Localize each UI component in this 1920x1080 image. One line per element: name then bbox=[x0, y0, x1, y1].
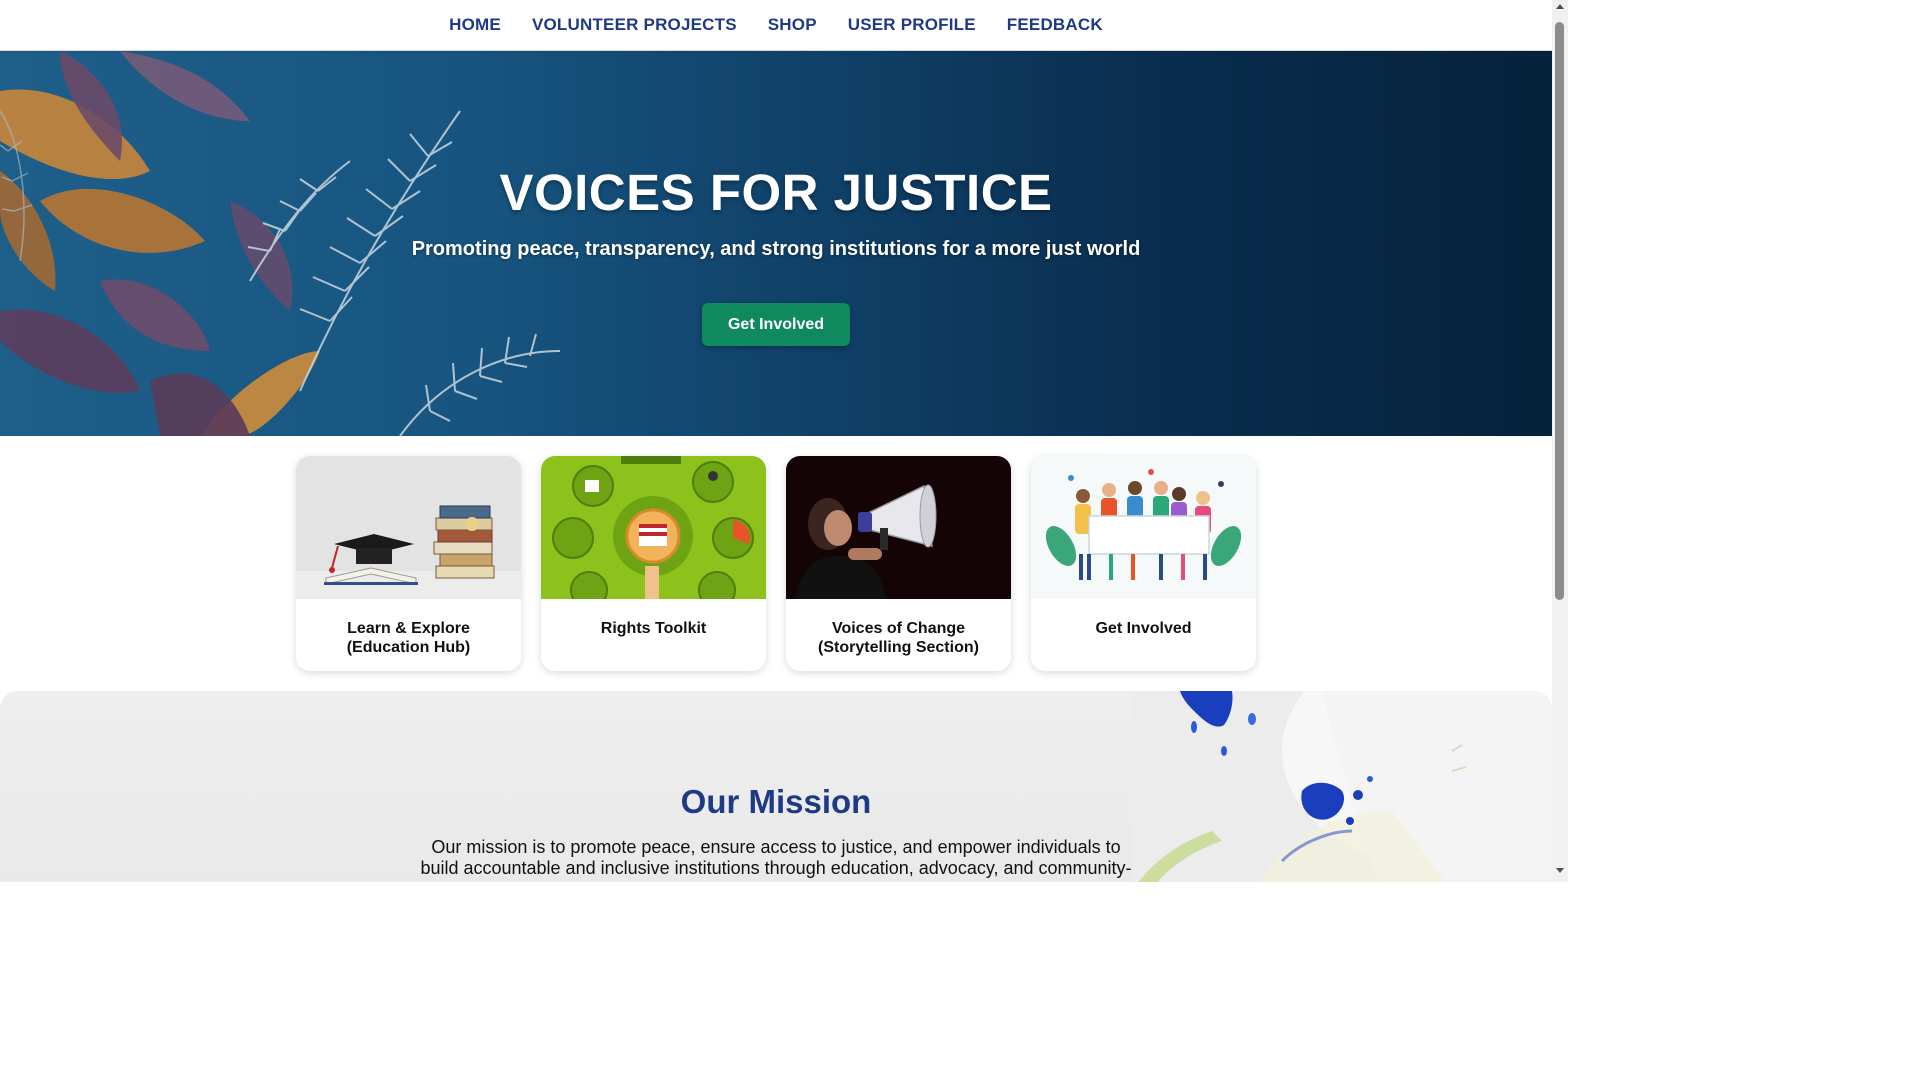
get-involved-button[interactable]: Get Involved bbox=[702, 303, 850, 346]
scroll-up-arrow-icon[interactable] bbox=[1556, 4, 1564, 9]
rights-infographic-image bbox=[541, 456, 766, 599]
scrollbar-thumb[interactable] bbox=[1555, 22, 1564, 600]
card-title: Voices of Change (Storytelling Section) bbox=[818, 620, 979, 656]
nav-volunteer-projects[interactable]: VOLUNTEER PROJECTS bbox=[532, 15, 737, 35]
nav-user-profile[interactable]: USER PROFILE bbox=[848, 15, 976, 35]
card-rights-toolkit[interactable]: Rights Toolkit bbox=[541, 456, 766, 671]
nav-home[interactable]: HOME bbox=[449, 15, 501, 35]
mission-section: Our Mission Our mission is to promote pe… bbox=[0, 691, 1552, 882]
top-navigation: HOME VOLUNTEER PROJECTS SHOP USER PROFIL… bbox=[0, 0, 1552, 51]
card-title: Get Involved bbox=[1095, 620, 1192, 637]
card-title: Learn & Explore (Education Hub) bbox=[346, 620, 471, 656]
page-viewport: HOME VOLUNTEER PROJECTS SHOP USER PROFIL… bbox=[0, 0, 1552, 882]
scroll-down-arrow-icon[interactable] bbox=[1556, 868, 1564, 873]
feature-cards: Learn & Explore (Education Hub) Rights T… bbox=[296, 456, 1256, 671]
hero-title: VOICES FOR JUSTICE bbox=[499, 164, 1053, 221]
nav-shop[interactable]: SHOP bbox=[768, 15, 817, 35]
card-voices-of-change[interactable]: Voices of Change (Storytelling Section) bbox=[786, 456, 1011, 671]
hero-subtitle: Promoting peace, transparency, and stron… bbox=[411, 238, 1141, 260]
nav-feedback[interactable]: FEEDBACK bbox=[1007, 15, 1103, 35]
megaphone-image bbox=[786, 456, 1011, 599]
card-get-involved[interactable]: Get Involved bbox=[1031, 456, 1256, 671]
crowd-banner-image bbox=[1031, 456, 1256, 599]
graduation-books-image bbox=[296, 456, 521, 599]
hero-banner: VOICES FOR JUSTICE Promoting peace, tran… bbox=[0, 51, 1552, 436]
card-title: Rights Toolkit bbox=[600, 620, 707, 637]
mission-title: Our Mission bbox=[680, 783, 872, 820]
mission-text: Our mission is to promote peace, ensure … bbox=[420, 837, 1132, 878]
vertical-scrollbar[interactable] bbox=[1552, 0, 1568, 882]
card-education-hub[interactable]: Learn & Explore (Education Hub) bbox=[296, 456, 521, 671]
